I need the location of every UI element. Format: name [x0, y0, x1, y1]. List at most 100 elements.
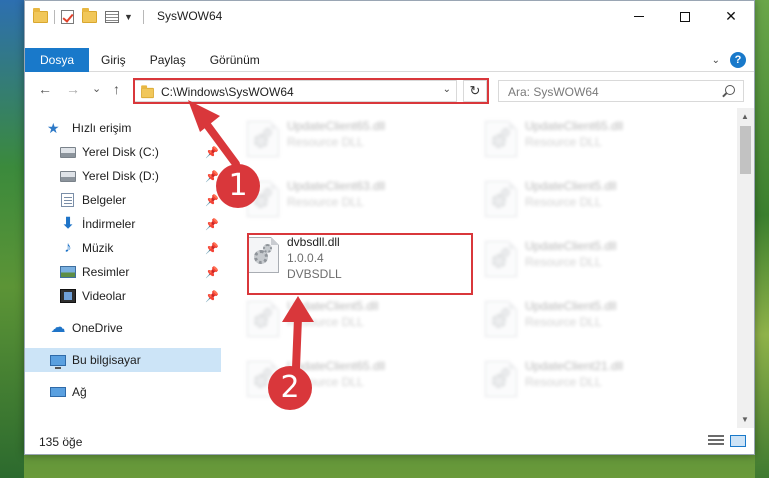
gear-icon [263, 308, 272, 317]
sidebar-item-quick-access[interactable]: ★ Hızlı erişim [25, 116, 221, 140]
star-icon: ★ [47, 120, 60, 136]
file-type: Resource DLL [287, 195, 364, 209]
search-placeholder: Ara: SysWOW64 [508, 85, 599, 99]
toolbar-separator [54, 10, 55, 24]
properties-icon[interactable] [105, 11, 119, 23]
file-tile[interactable]: UpdateClient5.dll Resource DLL [475, 233, 695, 289]
sidebar-item-label: İndirmeler [82, 217, 136, 231]
file-name: UpdateClient65.dll [525, 119, 624, 133]
dll-file-icon [247, 301, 279, 337]
sidebar-item-label: Ağ [72, 385, 87, 399]
scroll-down-icon[interactable]: ▼ [741, 415, 749, 424]
file-name: UpdateClient5.dll [525, 239, 617, 253]
tab-paylas[interactable]: Paylaş [138, 48, 198, 72]
file-tile[interactable]: UpdateClient65.dll Resource DLL [475, 113, 695, 169]
pin-icon[interactable]: 📌 [205, 218, 219, 231]
computer-icon [50, 354, 66, 369]
new-folder-icon[interactable] [82, 8, 97, 23]
tab-giris[interactable]: Giriş [89, 48, 138, 72]
file-tile[interactable]: UpdateClient63.dll Resource DLL [237, 173, 457, 229]
address-bar[interactable]: C:\Windows\SysWOW64 ⌄ [133, 80, 457, 102]
expand-ribbon-chevron-icon[interactable]: ⌄ [712, 55, 720, 66]
sidebar-item-onedrive[interactable]: ☁ OneDrive [25, 316, 221, 340]
title-bar: ▼ SysWOW64 ✕ [25, 1, 754, 32]
scroll-up-icon[interactable]: ▲ [741, 112, 749, 121]
pin-icon[interactable]: 📌 [205, 242, 219, 255]
file-name: UpdateClient65.dll [287, 119, 386, 133]
desktop-background-right [755, 0, 769, 478]
forward-button[interactable]: → [66, 81, 80, 97]
window-title: SysWOW64 [157, 9, 223, 23]
help-icon[interactable]: ? [730, 52, 746, 68]
properties-check-icon[interactable] [61, 10, 74, 24]
disk-icon [60, 170, 76, 182]
sidebar-item-this-pc[interactable]: Bu bilgisayar [25, 348, 221, 372]
file-name: UpdateClient5.dll [525, 179, 617, 193]
step-2-badge: 2 [268, 366, 312, 410]
sidebar-item-label: Hızlı erişim [72, 121, 132, 135]
search-icon [725, 85, 735, 95]
refresh-button[interactable]: ↻ [463, 80, 487, 102]
file-type: Resource DLL [525, 135, 602, 149]
pin-icon[interactable]: 📌 [205, 194, 219, 207]
file-tile[interactable]: UpdateClient5.dll Resource DLL [237, 293, 457, 349]
pin-icon[interactable]: 📌 [205, 146, 219, 159]
file-tile[interactable]: UpdateClient65.dll Resource DLL [237, 113, 457, 169]
details-view-icon[interactable] [708, 435, 724, 447]
item-count: 135 öğe [39, 435, 83, 449]
search-box[interactable]: Ara: SysWOW64 [498, 80, 744, 102]
minimize-button[interactable] [616, 1, 662, 32]
file-type: Resource DLL [525, 315, 602, 329]
pin-icon[interactable]: 📌 [205, 266, 219, 279]
dll-file-icon [247, 237, 279, 273]
maximize-button[interactable] [662, 1, 708, 32]
close-button[interactable]: ✕ [708, 1, 754, 32]
file-name: UpdateClient5.dll [287, 299, 379, 313]
file-type: Resource DLL [287, 315, 364, 329]
customize-toolbar-chevron-icon[interactable]: ▼ [124, 12, 133, 22]
sidebar-item-documents[interactable]: Belgeler 📌 [25, 188, 221, 212]
up-button[interactable]: ↑ [113, 81, 120, 97]
scroll-thumb[interactable] [740, 126, 751, 174]
address-path[interactable]: C:\Windows\SysWOW64 [161, 85, 294, 99]
sidebar-item-disk-c[interactable]: Yerel Disk (C:) 📌 [25, 140, 221, 164]
tab-gorunum[interactable]: Görünüm [198, 48, 272, 72]
gear-icon [501, 368, 510, 377]
tiles-view-icon[interactable] [730, 435, 746, 447]
explorer-window: ▼ SysWOW64 ✕ Dosya Giriş Paylaş Görünüm … [24, 0, 755, 455]
gear-icon [501, 188, 510, 197]
sidebar-item-videos[interactable]: Videolar 📌 [25, 284, 221, 308]
file-tile[interactable]: UpdateClient5.dll Resource DLL [475, 293, 695, 349]
back-button[interactable]: ← [38, 81, 52, 97]
sidebar-item-disk-d[interactable]: Yerel Disk (D:) 📌 [25, 164, 221, 188]
file-name: UpdateClient63.dll [287, 179, 386, 193]
pin-icon[interactable]: 📌 [205, 290, 219, 303]
tab-dosya[interactable]: Dosya [25, 48, 90, 72]
address-dropdown-icon[interactable]: ⌄ [443, 84, 451, 95]
dll-file-icon [485, 121, 517, 157]
file-description: DVBSDLL [287, 267, 342, 281]
gear-icon [263, 128, 272, 137]
gear-icon [501, 308, 510, 317]
navigation-bar: ← → ⌄ ↑ C:\Windows\SysWOW64 ⌄ ↻ Ara: Sys… [25, 78, 754, 104]
folder-icon [33, 8, 48, 23]
sidebar-item-network[interactable]: Ağ [25, 380, 221, 404]
ribbon: Dosya Giriş Paylaş Görünüm ⌄ ? [25, 48, 754, 72]
gear-icon [263, 244, 272, 253]
file-tile[interactable]: UpdateClient5.dll Resource DLL [475, 173, 695, 229]
maximize-icon [680, 11, 690, 22]
recent-locations-button[interactable]: ⌄ [92, 82, 101, 95]
toolbar-separator [142, 10, 144, 24]
sidebar-item-pictures[interactable]: Resimler 📌 [25, 260, 221, 284]
sidebar-item-music[interactable]: ♪ Müzik 📌 [25, 236, 221, 260]
sidebar-item-downloads[interactable]: ⬇ İndirmeler 📌 [25, 212, 221, 236]
step-1-badge: 1 [216, 164, 260, 208]
file-tile-dvbsdll[interactable]: dvbsdll.dll 1.0.0.4 DVBSDLL [237, 229, 457, 285]
minimize-icon [634, 16, 644, 17]
vertical-scrollbar[interactable]: ▲ ▼ [737, 108, 754, 428]
sidebar-item-label: Resimler [82, 265, 130, 279]
gear-icon [501, 128, 510, 137]
file-tile[interactable]: UpdateClient21.dll Resource DLL [475, 353, 695, 409]
dll-file-icon [485, 241, 517, 277]
file-version: 1.0.0.4 [287, 251, 324, 265]
